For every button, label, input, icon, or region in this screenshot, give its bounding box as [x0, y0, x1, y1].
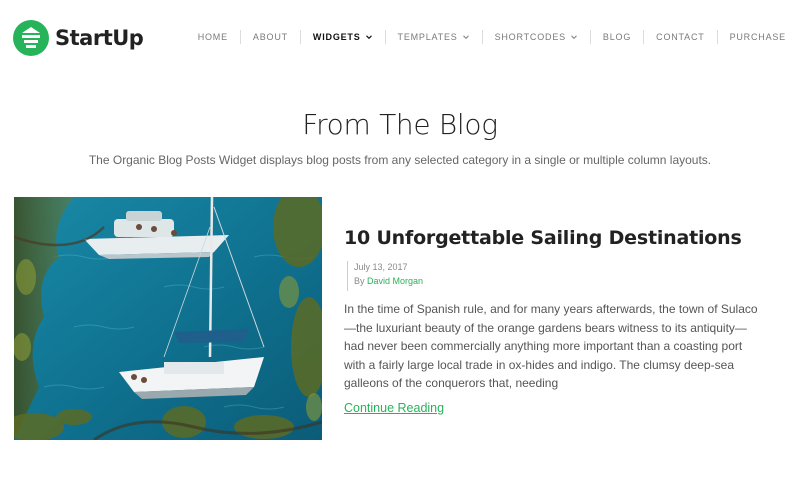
post-date: July 13, 2017 — [354, 262, 408, 272]
section-description: The Organic Blog Posts Widget displays b… — [88, 153, 712, 167]
nav-divider — [589, 30, 591, 44]
nav-item-blog[interactable]: BLOG — [603, 32, 631, 42]
nav-item-widgets[interactable]: WIDGETS — [313, 32, 373, 42]
post-featured-image[interactable] — [14, 197, 322, 440]
nav-label: TEMPLATES — [397, 32, 458, 42]
nav-divider — [643, 30, 645, 44]
nav-label: CONTACT — [656, 32, 705, 42]
post-excerpt: In the time of Spanish rule, and for man… — [344, 302, 758, 390]
nav-item-purchase[interactable]: PURCHASE — [730, 32, 786, 42]
nav-item-shortcodes[interactable]: SHORTCODES — [495, 32, 578, 42]
nav-label: HOME — [197, 32, 228, 42]
nav-divider — [384, 30, 386, 44]
chevron-down-icon — [570, 33, 578, 41]
nav-item-about[interactable]: ABOUT — [253, 32, 288, 42]
post-title[interactable]: 10 Unforgettable Sailing Destinations — [344, 227, 742, 249]
nav-item-home[interactable]: HOME — [198, 32, 228, 42]
nav-label: PURCHASE — [729, 32, 786, 42]
sailing-photo — [14, 197, 322, 440]
post-meta: July 13, 2017 By David Morgan — [347, 261, 423, 291]
post-byline: By David Morgan — [354, 274, 423, 288]
logo-text: StartUp — [55, 26, 144, 50]
site-logo[interactable]: StartUp — [13, 18, 144, 58]
nav-label: WIDGETS — [312, 32, 361, 42]
nav-item-contact[interactable]: CONTACT — [656, 32, 704, 42]
nav-divider — [716, 30, 718, 44]
byline-label: By — [354, 276, 365, 286]
nav-item-templates[interactable]: TEMPLATES — [398, 32, 470, 42]
chevron-down-icon — [365, 33, 373, 41]
nav-divider — [481, 30, 483, 44]
continue-reading-link[interactable]: Continue Reading — [344, 401, 444, 415]
main-nav: HOME ABOUT WIDGETS TEMPLATES SHORTCODES … — [198, 29, 786, 45]
chevron-down-icon — [462, 33, 470, 41]
section-title: From The Blog — [302, 108, 498, 141]
nav-divider — [299, 30, 301, 44]
post-author-link[interactable]: David Morgan — [367, 276, 423, 286]
nav-divider — [239, 30, 241, 44]
nav-label: ABOUT — [252, 32, 288, 42]
site-header: StartUp HOME ABOUT WIDGETS TEMPLATES SHO… — [0, 0, 800, 74]
nav-label: SHORTCODES — [494, 32, 566, 42]
logo-icon — [13, 20, 49, 56]
nav-label: BLOG — [602, 32, 632, 42]
